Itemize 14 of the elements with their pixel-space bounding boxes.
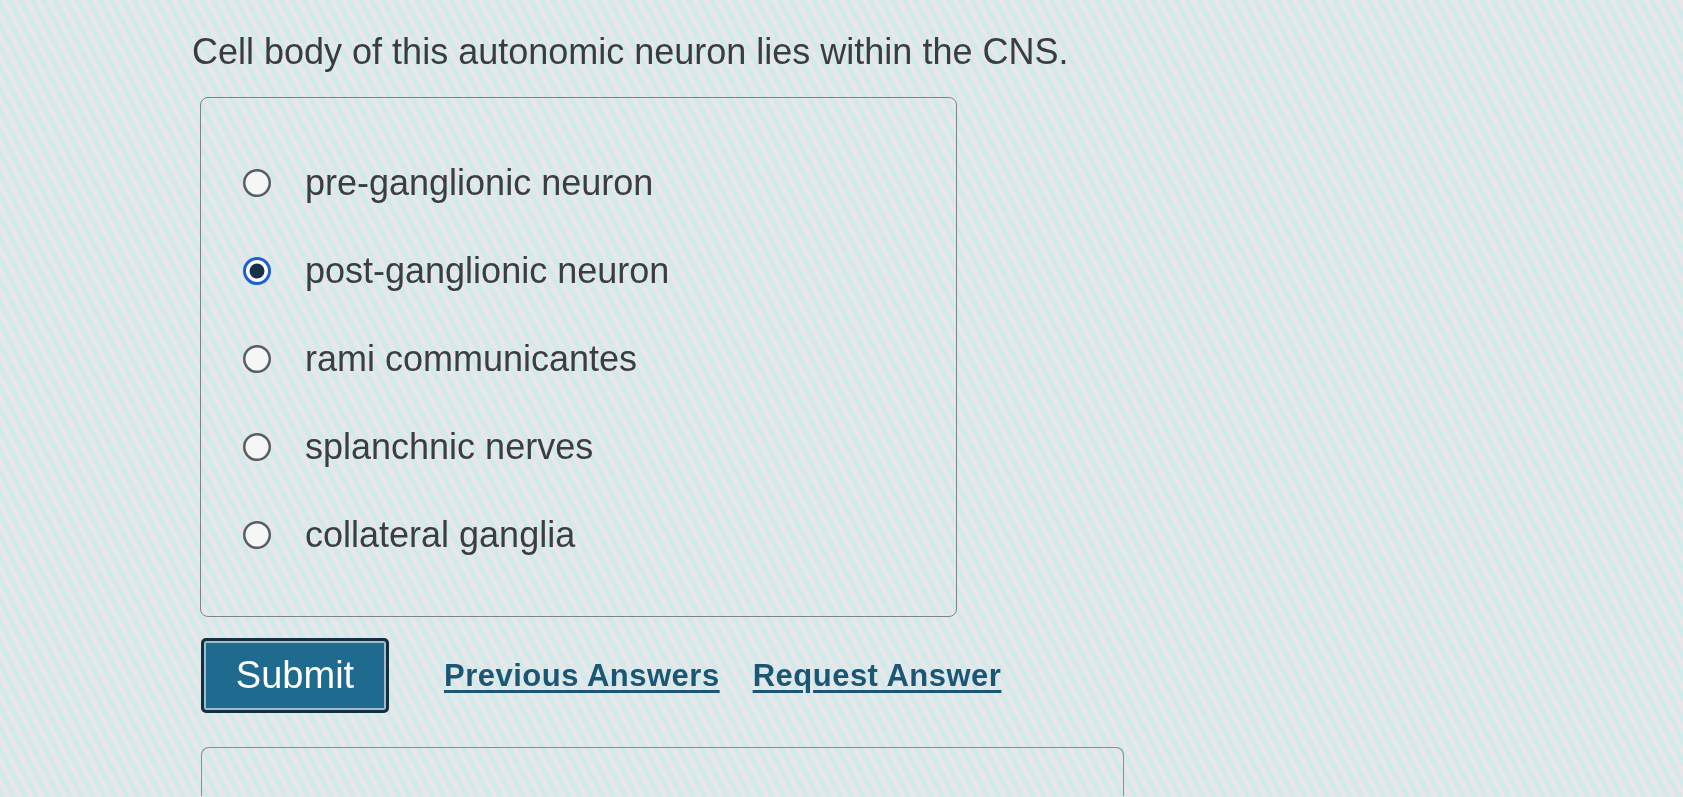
option-label: splanchnic nerves [305,426,594,468]
radio-button[interactable] [243,169,271,197]
radio-button[interactable] [243,257,271,285]
text-link[interactable]: Request Answer [752,657,1002,694]
radio-button[interactable] [243,345,271,373]
option-label: rami communicantes [305,338,638,380]
radio-button[interactable] [243,433,271,461]
option-label: pre-ganglionic neuron [305,162,654,204]
option-label: post-ganglionic neuron [305,250,670,292]
option-label: collateral ganglia [305,514,576,556]
radio-button[interactable] [243,521,271,549]
submit-button[interactable]: Submit [201,638,389,713]
question-text: Cell body of this autonomic neuron lies within the CNS. [192,31,1069,73]
text-link[interactable]: Previous Answers [444,657,720,694]
